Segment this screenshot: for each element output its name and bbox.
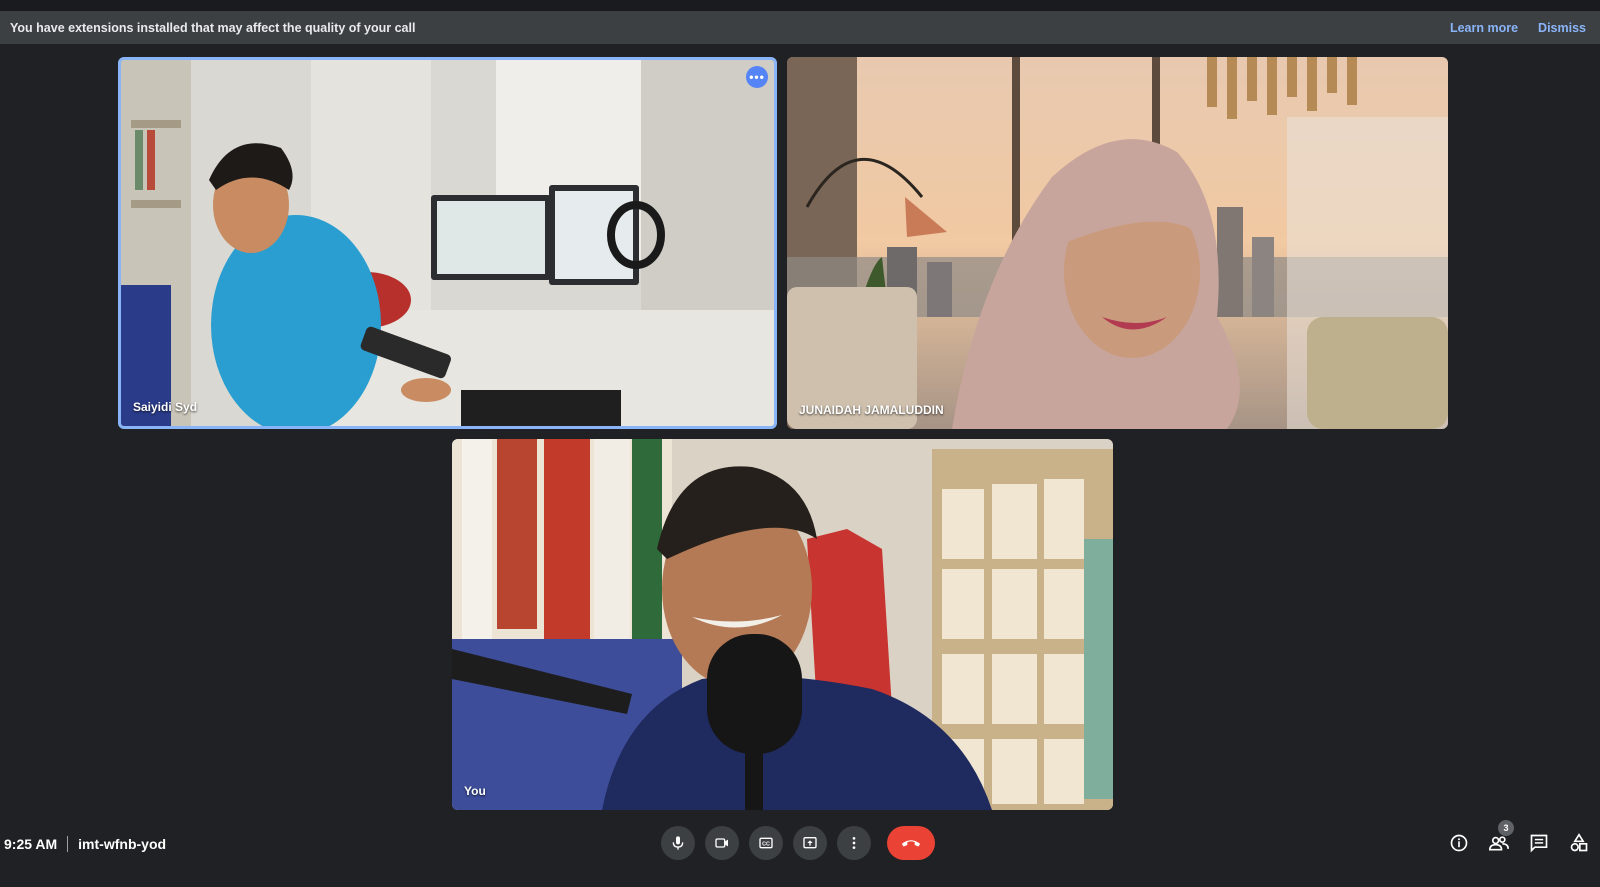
captions-icon: CC bbox=[759, 837, 773, 849]
participant-tile-saiyidi[interactable]: ••• Saiyidi Syd bbox=[118, 57, 777, 429]
side-panel-buttons: 3 bbox=[1448, 820, 1590, 856]
people-icon bbox=[1488, 836, 1509, 851]
info-icon bbox=[1450, 834, 1468, 852]
people-button[interactable]: 3 bbox=[1488, 820, 1514, 856]
microphone-icon bbox=[672, 836, 684, 850]
svg-text:CC: CC bbox=[762, 841, 770, 847]
microphone-button[interactable] bbox=[661, 826, 695, 860]
end-call-icon bbox=[901, 840, 921, 847]
participant-tile-junaidah[interactable]: JUNAIDAH JAMALUDDIN bbox=[787, 57, 1448, 429]
meeting-info: 9:25 AM imt-wfnb-yod bbox=[4, 834, 166, 854]
camera-icon bbox=[715, 838, 728, 848]
more-options-icon bbox=[852, 837, 856, 849]
self-video bbox=[452, 439, 1113, 810]
captions-button[interactable]: CC bbox=[749, 826, 783, 860]
extensions-warning-banner: You have extensions installed that may a… bbox=[0, 11, 1600, 44]
participant-name: You bbox=[464, 784, 486, 798]
banner-message: You have extensions installed that may a… bbox=[10, 20, 416, 35]
divider bbox=[67, 836, 69, 852]
more-options-button[interactable] bbox=[837, 826, 871, 860]
activities-button[interactable] bbox=[1568, 830, 1590, 856]
participant-tile-self[interactable]: You bbox=[452, 439, 1113, 810]
dismiss-button[interactable]: Dismiss bbox=[1538, 21, 1586, 35]
participant-name: JUNAIDAH JAMALUDDIN bbox=[799, 403, 944, 417]
participant-video bbox=[787, 57, 1448, 429]
learn-more-link[interactable]: Learn more bbox=[1450, 21, 1518, 35]
meeting-details-button[interactable] bbox=[1448, 830, 1470, 856]
bottom-toolbar: 9:25 AM imt-wfnb-yod CC 3 bbox=[0, 820, 1600, 887]
chat-icon bbox=[1530, 834, 1548, 853]
participant-video bbox=[121, 60, 774, 426]
people-count-badge: 3 bbox=[1498, 820, 1514, 836]
present-button[interactable] bbox=[793, 826, 827, 860]
top-strip bbox=[0, 0, 1600, 11]
camera-button[interactable] bbox=[705, 826, 739, 860]
present-icon bbox=[803, 837, 817, 849]
call-controls: CC bbox=[661, 826, 935, 860]
chat-button[interactable] bbox=[1528, 830, 1550, 856]
end-call-button[interactable] bbox=[887, 826, 935, 860]
meeting-code: imt-wfnb-yod bbox=[78, 836, 167, 852]
more-options-tile-icon[interactable]: ••• bbox=[746, 66, 768, 88]
activities-icon bbox=[1570, 833, 1588, 852]
meeting-time: 9:25 AM bbox=[4, 836, 58, 852]
participant-name: Saiyidi Syd bbox=[133, 400, 198, 414]
